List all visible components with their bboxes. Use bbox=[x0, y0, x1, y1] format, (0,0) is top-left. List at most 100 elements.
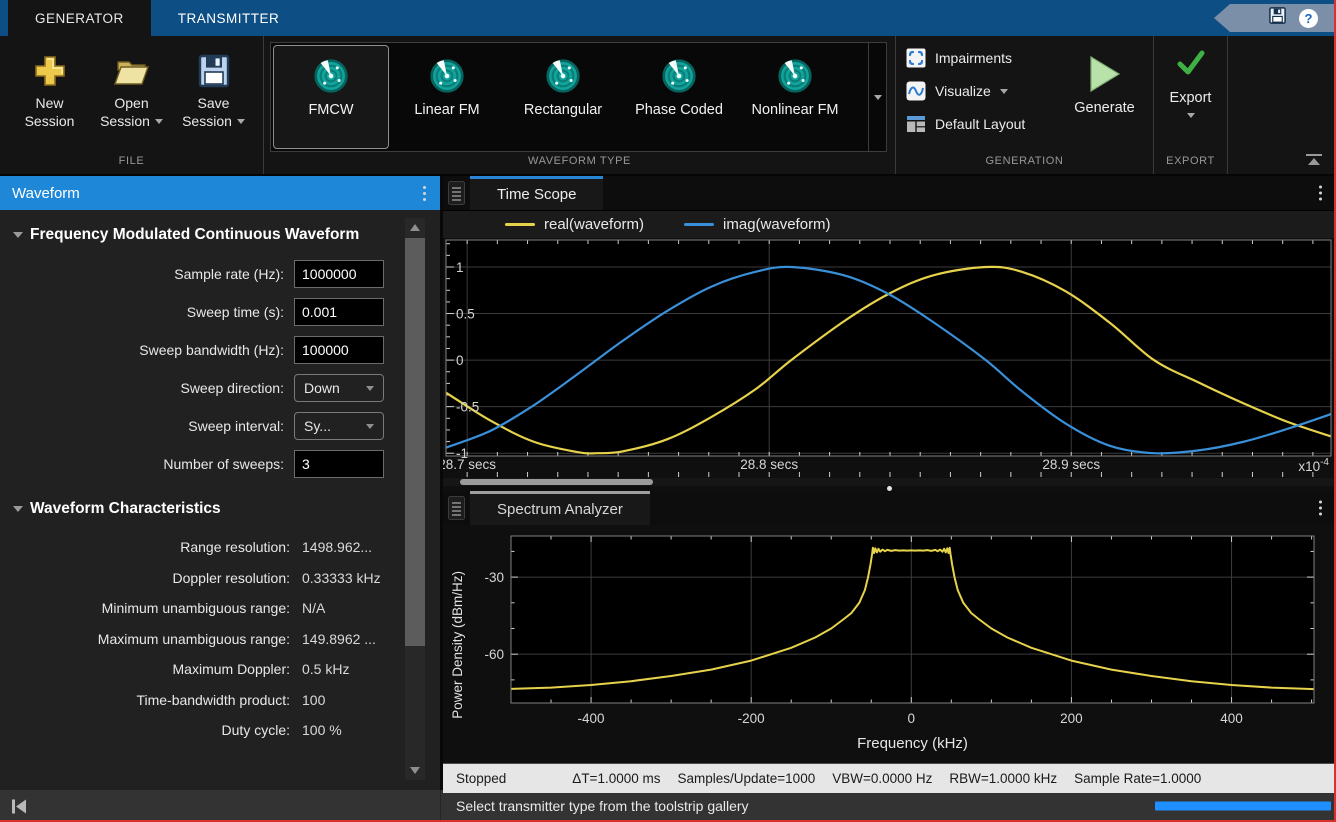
panel-menu-icon[interactable] bbox=[423, 186, 426, 201]
generate-button[interactable]: Generate bbox=[1058, 46, 1151, 154]
panel-grip-icon[interactable] bbox=[448, 496, 465, 520]
sweep-direction-select[interactable]: Down bbox=[294, 374, 384, 402]
time-scope-legend: real(waveform) imag(waveform) bbox=[443, 210, 1336, 238]
gallery-item-label: Nonlinear FM bbox=[751, 101, 838, 119]
scroll-up-icon[interactable] bbox=[410, 224, 420, 231]
spectrum-menu-icon[interactable] bbox=[1319, 501, 1322, 516]
svg-text:-60: -60 bbox=[484, 647, 504, 662]
impairments-icon bbox=[906, 48, 926, 68]
gallery-item-linear-fm[interactable]: Linear FM bbox=[389, 45, 505, 149]
open-session-label1: Open bbox=[114, 94, 148, 112]
progress-bar bbox=[1155, 802, 1331, 811]
scopes-area: Time Scope real(waveform) imag(waveform)… bbox=[440, 176, 1336, 790]
export-button[interactable]: Export bbox=[1154, 36, 1227, 154]
open-session-button[interactable]: Open Session bbox=[92, 44, 172, 154]
open-folder-icon bbox=[112, 48, 152, 94]
section-header-fmcw[interactable]: Frequency Modulated Continuous Waveform bbox=[0, 226, 404, 244]
range-resolution-label: Range resolution: bbox=[0, 539, 290, 555]
svg-text:200: 200 bbox=[1060, 711, 1083, 726]
gallery-item-fmcw[interactable]: FMCW bbox=[273, 45, 389, 149]
time-scope-plot[interactable]: 10.50-0.5-128.7 secs28.8 secs28.9 secsx1… bbox=[443, 238, 1336, 478]
svg-text:-0.5: -0.5 bbox=[456, 400, 479, 415]
sweep-bandwidth-label: Sweep bandwidth (Hz): bbox=[0, 342, 294, 358]
svg-text:-30: -30 bbox=[484, 570, 504, 585]
section-header-characteristics[interactable]: Waveform Characteristics bbox=[0, 500, 404, 518]
tab-spectrum-analyzer[interactable]: Spectrum Analyzer bbox=[470, 491, 650, 525]
form-row-sweep-time: Sweep time (s): bbox=[0, 298, 404, 326]
gallery-item-phase-coded[interactable]: Phase Coded bbox=[621, 45, 737, 149]
tab-generator[interactable]: GENERATOR bbox=[8, 0, 151, 36]
collapse-panel-icon[interactable] bbox=[10, 797, 29, 816]
gallery-item-rectangular[interactable]: Rectangular bbox=[505, 45, 621, 149]
radar-icon bbox=[777, 58, 813, 94]
visualize-button[interactable]: Visualize bbox=[906, 79, 1058, 103]
waveform-panel-title: Waveform bbox=[12, 185, 80, 202]
scrollbar-thumb[interactable] bbox=[405, 238, 425, 646]
toolstrip-section-file: New Session Open Session Save Session FI… bbox=[0, 36, 264, 174]
toolstrip-spacer bbox=[1228, 36, 1336, 174]
char-row-range-resolution: Range resolution: 1498.962... bbox=[0, 532, 404, 563]
legend-swatch-imag bbox=[684, 223, 714, 226]
spectrum-tabbar: Spectrum Analyzer bbox=[443, 491, 1336, 525]
new-session-label2: Session bbox=[25, 112, 75, 130]
duty-cycle-value: 100 % bbox=[302, 722, 342, 738]
export-check-icon bbox=[1175, 36, 1207, 90]
number-of-sweeps-input[interactable] bbox=[294, 450, 384, 478]
new-session-label1: New bbox=[35, 94, 63, 112]
default-layout-button[interactable]: Default Layout bbox=[906, 112, 1058, 136]
status-sample-rate: Sample Rate=1.0000 bbox=[1074, 771, 1201, 786]
duty-cycle-label: Duty cycle: bbox=[0, 722, 290, 738]
svg-text:1: 1 bbox=[456, 260, 464, 275]
time-scope-scroll-thumb[interactable] bbox=[460, 479, 653, 485]
svg-text:28.7 secs: 28.7 secs bbox=[443, 457, 496, 472]
time-scope-scrollbar[interactable] bbox=[443, 478, 1336, 486]
generate-play-icon bbox=[1086, 48, 1124, 100]
time-scope-tabbar: Time Scope bbox=[443, 176, 1336, 210]
tab-transmitter[interactable]: TRANSMITTER bbox=[151, 0, 307, 36]
legend-item-real[interactable]: real(waveform) bbox=[505, 216, 644, 233]
generate-label: Generate bbox=[1074, 100, 1134, 116]
scroll-down-icon[interactable] bbox=[410, 767, 420, 774]
form-row-number-of-sweeps: Number of sweeps: bbox=[0, 450, 404, 478]
sweep-time-input[interactable] bbox=[294, 298, 384, 326]
maximum-doppler-label: Maximum Doppler: bbox=[0, 661, 290, 677]
waveform-panel-body: Frequency Modulated Continuous Waveform … bbox=[0, 210, 440, 790]
footer: Select transmitter type from the toolstr… bbox=[0, 790, 1336, 822]
svg-text:28.8 secs: 28.8 secs bbox=[740, 457, 798, 472]
spectrum-ylabel: Power Density (dBm/Hz) bbox=[443, 526, 471, 763]
help-icon[interactable]: ? bbox=[1299, 9, 1318, 28]
impairments-button[interactable]: Impairments bbox=[906, 46, 1058, 70]
sample-rate-input[interactable] bbox=[294, 260, 384, 288]
legend-item-imag[interactable]: imag(waveform) bbox=[684, 216, 831, 233]
spectrum-plot[interactable]: -30-60-400-2000200400Frequency (kHz) bbox=[471, 526, 1333, 763]
panel-scrollbar[interactable] bbox=[405, 218, 425, 780]
sweep-bandwidth-input[interactable] bbox=[294, 336, 384, 364]
generation-section-caption: GENERATION bbox=[896, 154, 1153, 174]
save-floppy-icon bbox=[196, 48, 232, 94]
char-row-duty-cycle: Duty cycle: 100 % bbox=[0, 715, 404, 746]
new-session-button[interactable]: New Session bbox=[10, 44, 90, 154]
export-section-caption: EXPORT bbox=[1154, 154, 1227, 174]
form-row-sweep-direction: Sweep direction: Down bbox=[0, 374, 404, 402]
export-dropdown-icon bbox=[1187, 113, 1195, 118]
status-vbw: VBW=0.0000 Hz bbox=[832, 771, 932, 786]
save-session-dropdown-icon[interactable] bbox=[237, 119, 245, 124]
time-scope-menu-icon[interactable] bbox=[1319, 186, 1322, 201]
sweep-interval-select[interactable]: Sy... bbox=[294, 412, 384, 440]
char-row-maximum-doppler: Maximum Doppler: 0.5 kHz bbox=[0, 654, 404, 685]
gallery-expand-button[interactable] bbox=[868, 43, 886, 151]
gallery-item-nonlinear-fm[interactable]: Nonlinear FM bbox=[737, 45, 853, 149]
doppler-resolution-label: Doppler resolution: bbox=[0, 570, 290, 586]
panel-grip-icon[interactable] bbox=[448, 181, 465, 205]
max-unambiguous-range-label: Maximum unambiguous range: bbox=[0, 631, 290, 647]
waveform-type-section-caption: WAVEFORM TYPE bbox=[264, 154, 895, 174]
svg-text:0: 0 bbox=[908, 711, 916, 726]
sweep-interval-value: Sy... bbox=[304, 418, 331, 434]
spectrum-plot-region: Power Density (dBm/Hz) -30-60-400-200020… bbox=[443, 525, 1336, 763]
save-icon[interactable] bbox=[1268, 6, 1287, 30]
save-session-button[interactable]: Save Session bbox=[174, 44, 254, 154]
collapse-ribbon-button[interactable] bbox=[1306, 154, 1322, 166]
chevron-down-icon bbox=[366, 386, 374, 391]
tab-time-scope[interactable]: Time Scope bbox=[470, 176, 603, 210]
open-session-dropdown-icon[interactable] bbox=[155, 119, 163, 124]
